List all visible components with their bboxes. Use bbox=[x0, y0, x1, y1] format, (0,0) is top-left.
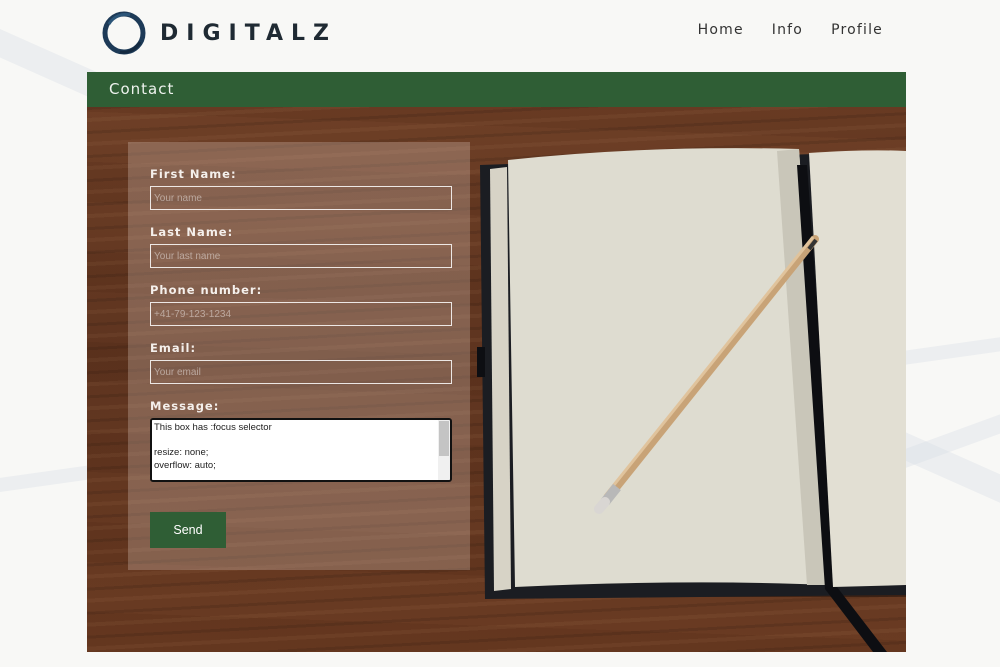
message-scroll-thumb[interactable] bbox=[439, 421, 449, 456]
nav-info-link[interactable]: Info bbox=[772, 22, 803, 38]
main-nav: Home Info Profile bbox=[698, 22, 883, 38]
email-label: Email: bbox=[150, 341, 197, 355]
phone-label: Phone number: bbox=[150, 283, 263, 297]
phone-input[interactable] bbox=[150, 302, 452, 326]
last-name-field-group: Last Name: bbox=[150, 225, 452, 268]
message-textarea[interactable]: This box has :focus selector resize: non… bbox=[152, 420, 438, 480]
message-label: Message: bbox=[150, 399, 220, 413]
contact-form: First Name: Last Name: Phone number: Ema… bbox=[128, 142, 470, 570]
brand-name: DIGITALZ bbox=[160, 20, 337, 46]
logo-ring-icon bbox=[102, 11, 146, 55]
contact-hero: First Name: Last Name: Phone number: Ema… bbox=[87, 107, 906, 652]
email-field-group: Email: bbox=[150, 341, 452, 384]
nav-profile-link[interactable]: Profile bbox=[831, 22, 883, 38]
phone-field-group: Phone number: bbox=[150, 283, 452, 326]
section-title: Contact bbox=[109, 80, 175, 98]
email-input[interactable] bbox=[150, 360, 452, 384]
section-title-bar: Contact bbox=[87, 72, 906, 107]
first-name-input[interactable] bbox=[150, 186, 452, 210]
send-button[interactable]: Send bbox=[150, 512, 226, 548]
first-name-field-group: First Name: bbox=[150, 167, 452, 210]
message-box: This box has :focus selector resize: non… bbox=[150, 418, 452, 482]
nav-home-link[interactable]: Home bbox=[698, 22, 744, 38]
last-name-label: Last Name: bbox=[150, 225, 234, 239]
message-field-group: Message: This box has :focus selector re… bbox=[150, 399, 452, 482]
last-name-input[interactable] bbox=[150, 244, 452, 268]
first-name-label: First Name: bbox=[150, 167, 237, 181]
site-header: DIGITALZ Home Info Profile bbox=[87, 0, 906, 70]
message-scrollbar[interactable] bbox=[438, 420, 450, 480]
logo[interactable]: DIGITALZ bbox=[100, 9, 337, 57]
